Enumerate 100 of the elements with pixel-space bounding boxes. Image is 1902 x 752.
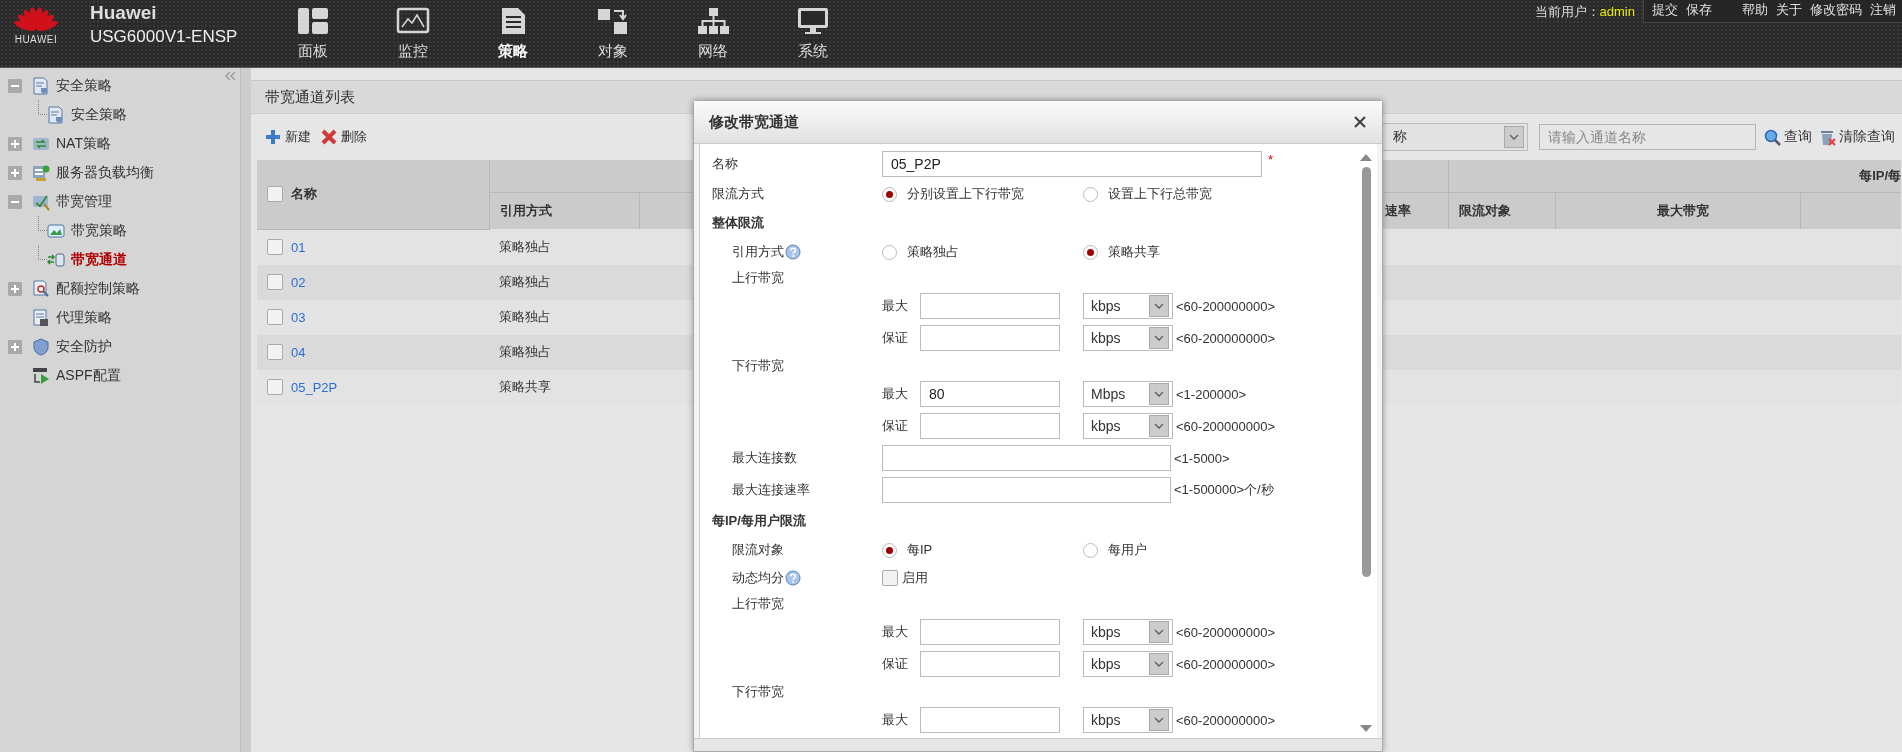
tree-item[interactable]: 带宽策略 xyxy=(71,221,127,240)
channel-link[interactable]: 02 xyxy=(291,274,306,290)
channel-link[interactable]: 05_P2P xyxy=(291,379,338,395)
field-label: 下行带宽 xyxy=(732,683,784,701)
header-link[interactable]: 注销 xyxy=(1870,1,1896,19)
checkbox[interactable] xyxy=(267,274,283,290)
bandwidth-field[interactable] xyxy=(920,293,1060,319)
radio-button[interactable] xyxy=(1083,244,1098,260)
splitter-bar[interactable] xyxy=(240,68,251,752)
number-field[interactable] xyxy=(882,477,1171,503)
search-field[interactable]: 请输入通道名称 xyxy=(1539,124,1756,150)
tree-item[interactable]: 带宽通道 xyxy=(71,250,127,269)
caret-icon xyxy=(1154,335,1164,341)
header-link[interactable]: 关于 xyxy=(1776,1,1802,19)
field-label: 限流方式 xyxy=(712,185,764,203)
radio-button[interactable] xyxy=(882,542,897,558)
radio-button[interactable] xyxy=(1083,542,1098,558)
radio-button[interactable] xyxy=(1083,186,1098,202)
delete-button[interactable]: 删除 xyxy=(321,128,367,146)
channel-link[interactable]: 04 xyxy=(291,344,306,360)
bandwidth-field[interactable] xyxy=(920,619,1060,645)
channel-link[interactable]: 03 xyxy=(291,309,306,325)
field-label: 最大 xyxy=(882,711,909,729)
radio-button[interactable] xyxy=(882,244,897,260)
clear-query-button[interactable]: 清除查询 xyxy=(1819,128,1895,146)
help-icon[interactable] xyxy=(785,570,801,586)
close-button[interactable] xyxy=(1352,114,1368,130)
checkbox[interactable] xyxy=(267,186,283,203)
collapse-tree-icon[interactable] xyxy=(8,78,22,93)
range-hint: <1-500000>个/秒 xyxy=(1174,481,1274,499)
header-link[interactable]: 帮助 xyxy=(1742,1,1768,19)
play-icon xyxy=(32,366,50,385)
collapse-tree-icon[interactable] xyxy=(8,194,22,209)
caret-icon xyxy=(1509,134,1519,140)
bandwidth-field[interactable] xyxy=(920,325,1060,351)
nav-tab[interactable]: 面板 xyxy=(263,0,363,67)
table-cell: 策略独占 xyxy=(499,274,551,289)
name-field[interactable]: 05_P2P xyxy=(882,151,1262,177)
caret-icon xyxy=(1154,717,1164,723)
checkbox[interactable] xyxy=(882,570,898,586)
collapse-icon[interactable] xyxy=(224,71,236,81)
section-heading: 每IP/每用户限流 xyxy=(712,512,806,530)
query-button[interactable]: 查询 xyxy=(1764,128,1812,146)
checkbox[interactable] xyxy=(267,309,283,325)
range-hint: <60-200000000> xyxy=(1176,624,1276,640)
tree-item[interactable]: 安全策略 xyxy=(71,105,127,124)
unit-select[interactable]: kbps xyxy=(1083,619,1173,645)
nav-tab[interactable]: 策略 xyxy=(463,0,563,67)
expand-tree-icon[interactable] xyxy=(8,165,22,180)
unit-select[interactable]: kbps xyxy=(1083,651,1173,677)
nav-tab[interactable]: 对象 xyxy=(563,0,663,67)
radio-button[interactable] xyxy=(882,186,897,202)
logo-text: HUAWEI xyxy=(14,34,58,45)
field-label: 名称 xyxy=(712,155,738,173)
unit-select[interactable]: kbps xyxy=(1083,707,1173,733)
tree-item[interactable]: 安全防护 xyxy=(56,337,112,356)
field-label: 保证 xyxy=(882,417,909,435)
field-label: 最大 xyxy=(882,623,909,641)
required-mark: * xyxy=(1268,152,1274,167)
range-hint: <60-200000000> xyxy=(1176,418,1276,434)
scroll-down-icon[interactable] xyxy=(1360,725,1372,732)
unit-select[interactable]: kbps xyxy=(1083,325,1173,351)
bandwidth-field[interactable] xyxy=(920,707,1060,733)
expand-tree-icon[interactable] xyxy=(8,136,22,151)
header-link[interactable]: 提交 xyxy=(1652,1,1678,19)
tree-item[interactable]: 代理策略 xyxy=(56,308,112,327)
server-icon xyxy=(32,163,50,182)
scrollbar-thumb[interactable] xyxy=(1361,167,1371,577)
checkbox[interactable] xyxy=(267,239,283,255)
bandwidth-field[interactable] xyxy=(920,413,1060,439)
checkbox[interactable] xyxy=(267,344,283,360)
help-icon[interactable] xyxy=(785,244,801,260)
header-link[interactable]: 保存 xyxy=(1686,1,1712,19)
channel-link[interactable]: 01 xyxy=(291,239,306,255)
nav-tab[interactable]: 系统 xyxy=(763,0,863,67)
nav-tab[interactable]: 网络 xyxy=(663,0,763,67)
range-hint: <1-200000> xyxy=(1176,386,1247,402)
bandwidth-field[interactable]: 80 xyxy=(920,381,1060,407)
unit-select[interactable]: kbps xyxy=(1083,413,1173,439)
caret-icon xyxy=(1154,661,1164,667)
tree-item[interactable]: 安全策略 xyxy=(56,76,112,95)
bandwidth-field[interactable] xyxy=(920,651,1060,677)
nav-tab[interactable]: 监控 xyxy=(363,0,463,67)
field-label: 最大连接数 xyxy=(732,449,797,467)
number-field[interactable] xyxy=(882,445,1171,471)
unit-select[interactable]: kbps xyxy=(1083,293,1173,319)
tree-item[interactable]: ASPF配置 xyxy=(56,366,121,385)
column-group-header: 每IP/每 xyxy=(1859,168,1902,183)
header-link[interactable]: 修改密码 xyxy=(1810,1,1862,19)
tree-item[interactable]: 服务器负载均衡 xyxy=(56,163,154,182)
expand-tree-icon[interactable] xyxy=(8,281,22,296)
expand-tree-icon[interactable] xyxy=(8,339,22,354)
caret-icon xyxy=(1154,303,1164,309)
checkbox[interactable] xyxy=(267,379,283,395)
tree-item[interactable]: 配额控制策略 xyxy=(56,279,140,298)
range-hint: <60-200000000> xyxy=(1176,656,1276,672)
tree-item[interactable]: 带宽管理 xyxy=(56,192,112,211)
new-button[interactable]: 新建 xyxy=(265,128,311,146)
unit-select[interactable]: Mbps xyxy=(1083,381,1173,407)
tree-item[interactable]: NAT策略 xyxy=(56,134,111,153)
